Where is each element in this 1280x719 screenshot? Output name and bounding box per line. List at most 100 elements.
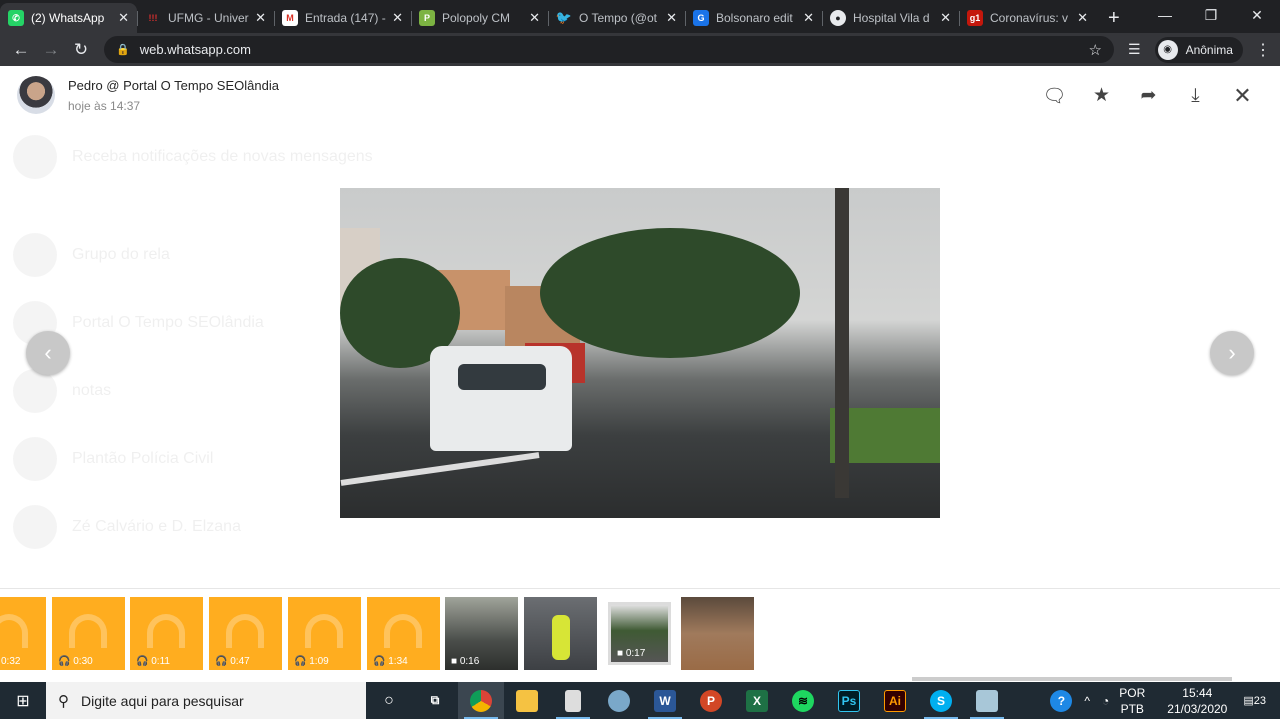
spotify-icon[interactable]: ≋ (780, 682, 826, 719)
list-item: Zé Calvário e D. Elzana (0, 493, 385, 561)
close-tab-icon[interactable]: ✕ (940, 10, 951, 26)
media-viewer-header: Pedro @ Portal O Tempo SEOlândia hoje às… (0, 66, 1280, 124)
skype-icon[interactable]: S (918, 682, 964, 719)
tab-ufmg[interactable]: !!! UFMG - Univer ✕ (137, 3, 274, 33)
image-thumbnail[interactable] (681, 597, 754, 670)
media-control-icon[interactable]: ☰ (1128, 41, 1141, 58)
audio-thumbnail[interactable]: 🎧 1:34 (367, 597, 440, 670)
headphones-icon (226, 614, 264, 648)
tab-coronavirus[interactable]: g1 Coronavírus: v ✕ (959, 3, 1096, 33)
close-tab-icon[interactable]: ✕ (255, 10, 266, 26)
headphones-icon (69, 614, 107, 648)
headphones-icon (0, 614, 28, 648)
cortana-icon[interactable]: ○ (366, 682, 412, 719)
close-tab-icon[interactable]: ✕ (118, 10, 129, 26)
word-icon[interactable]: W (642, 682, 688, 719)
close-tab-icon[interactable]: ✕ (392, 10, 403, 26)
globe-icon: ● (830, 10, 846, 26)
message-time: hoje às 14:37 (68, 98, 141, 113)
g-icon: G (693, 10, 709, 26)
polopoly-icon: P (419, 10, 435, 26)
taskbar-search[interactable]: ⚲ Digite aqui para pesquisar (46, 682, 366, 719)
incognito-icon: ◉ (1157, 39, 1178, 60)
video-thumbnail-selected[interactable]: ■ 0:17 (608, 602, 671, 665)
close-tab-icon[interactable]: ✕ (529, 10, 540, 26)
tab-twitter[interactable]: 🐦 O Tempo (@ot ✕ (548, 3, 685, 33)
file-explorer-icon[interactable] (504, 682, 550, 719)
restore-icon[interactable]: ❐ (1188, 0, 1234, 30)
headphones-icon (305, 614, 343, 648)
audio-thumbnail[interactable]: 🎧 0:11 (130, 597, 203, 670)
notepad-icon[interactable] (964, 682, 1010, 719)
police-car (430, 346, 572, 451)
g1-icon: g1 (967, 10, 983, 26)
url-text: web.whatsapp.com (139, 42, 251, 57)
ufmg-icon: !!! (148, 13, 158, 23)
powerpoint-icon[interactable]: P (688, 682, 734, 719)
task-view-icon[interactable]: ⧉ (412, 682, 458, 719)
list-item: Grupo do rela (0, 221, 385, 289)
tab-hospital[interactable]: ● Hospital Vila d ✕ (822, 3, 959, 33)
audio-thumbnail[interactable]: 🎧 1:09 (288, 597, 361, 670)
windows-taskbar: ⊞ ⚲ Digite aqui para pesquisar ○ ⧉ W P X … (0, 682, 1280, 719)
notifications-icon[interactable]: ▤23 (1243, 694, 1266, 707)
new-tab-button[interactable]: + (1108, 3, 1120, 33)
media-thumbnail-strip: 0:32 🎧 0:30 🎧 0:11 🎧 0:47 🎧 1:09 🎧 1:34 … (0, 588, 1280, 682)
help-icon[interactable]: ? (1050, 689, 1073, 712)
sender-name: Pedro @ Portal O Tempo SEOlândia (68, 77, 279, 93)
video-thumbnail[interactable]: ■ 0:16 (445, 597, 518, 670)
show-hidden-icons-icon[interactable]: ^ (1084, 694, 1090, 708)
excel-icon[interactable]: X (734, 682, 780, 719)
tab-polopoly[interactable]: P Polopoly CM ✕ (411, 3, 548, 33)
image-thumbnail[interactable] (524, 597, 597, 670)
close-tab-icon[interactable]: ✕ (666, 10, 677, 26)
audio-thumbnail[interactable]: 🎧 0:30 (52, 597, 125, 670)
window-close-icon[interactable]: ✕ (1234, 0, 1280, 30)
photoshop-icon[interactable]: Ps (826, 682, 872, 719)
headphones-icon (147, 614, 185, 648)
media-image (340, 188, 940, 518)
audio-thumbnail[interactable]: 🎧 0:47 (209, 597, 282, 670)
bookmark-star-icon[interactable]: ☆ (1089, 41, 1102, 59)
whatsapp-icon: ✆ (8, 10, 24, 26)
address-bar[interactable]: 🔒 web.whatsapp.com ☆ (104, 36, 1114, 63)
gmail-icon: M (282, 10, 298, 26)
minimize-icon[interactable]: — (1142, 0, 1188, 30)
forward-icon[interactable]: ➦ (1137, 84, 1160, 107)
close-icon[interactable]: ✕ (1231, 83, 1254, 108)
previous-media-button[interactable]: ‹ (26, 331, 70, 375)
language-indicator[interactable]: POR PTB (1119, 685, 1145, 717)
star-icon[interactable]: ★ (1090, 84, 1113, 107)
headphones-icon (384, 614, 422, 648)
comment-icon[interactable]: 🗨 (1042, 84, 1066, 107)
reload-icon[interactable]: ↻ (66, 40, 96, 60)
wifi-icon[interactable]: ◔ (1102, 694, 1109, 708)
tab-gmail[interactable]: M Entrada (147) - ✕ (274, 3, 411, 33)
horizontal-scrollbar[interactable] (912, 677, 1232, 681)
chrome-icon[interactable] (458, 682, 504, 719)
back-icon[interactable]: ← (6, 40, 36, 60)
audio-thumbnail[interactable]: 0:32 (0, 597, 46, 670)
lock-icon: 🔒 (116, 44, 130, 56)
tab-strip: ✆ (2) WhatsApp ✕ !!! UFMG - Univer ✕ M Entrad… (0, 0, 1280, 33)
menu-kebab-icon[interactable]: ⋮ (1255, 40, 1271, 60)
tab-bolsonaro[interactable]: G Bolsonaro edit ✕ (685, 3, 822, 33)
avatar[interactable] (17, 76, 55, 114)
search-icon: ⚲ (58, 692, 69, 710)
download-icon[interactable]: ⤓ (1184, 84, 1207, 107)
video-camera-icon: ■ (617, 648, 624, 659)
twitter-icon: 🐦 (555, 10, 573, 25)
calculator-icon[interactable] (550, 682, 596, 719)
windows-start-icon[interactable]: ⊞ (0, 691, 46, 711)
illustrator-icon[interactable]: Ai (872, 682, 918, 719)
forward-nav-icon[interactable]: → (36, 40, 66, 60)
paint-icon[interactable] (596, 682, 642, 719)
close-tab-icon[interactable]: ✕ (803, 10, 814, 26)
clock[interactable]: 15:44 21/03/2020 (1167, 685, 1227, 717)
profile-button[interactable]: ◉ Anônima (1154, 36, 1243, 63)
next-media-button[interactable]: › (1210, 331, 1254, 375)
browser-toolbar: ← → ↻ 🔒 web.whatsapp.com ☆ ☰ ◉ Anônima ⋮ (0, 33, 1280, 66)
list-item: Receba notificações de novas mensagens (0, 123, 385, 191)
close-tab-icon[interactable]: ✕ (1077, 10, 1088, 26)
tab-whatsapp[interactable]: ✆ (2) WhatsApp ✕ (0, 3, 137, 33)
